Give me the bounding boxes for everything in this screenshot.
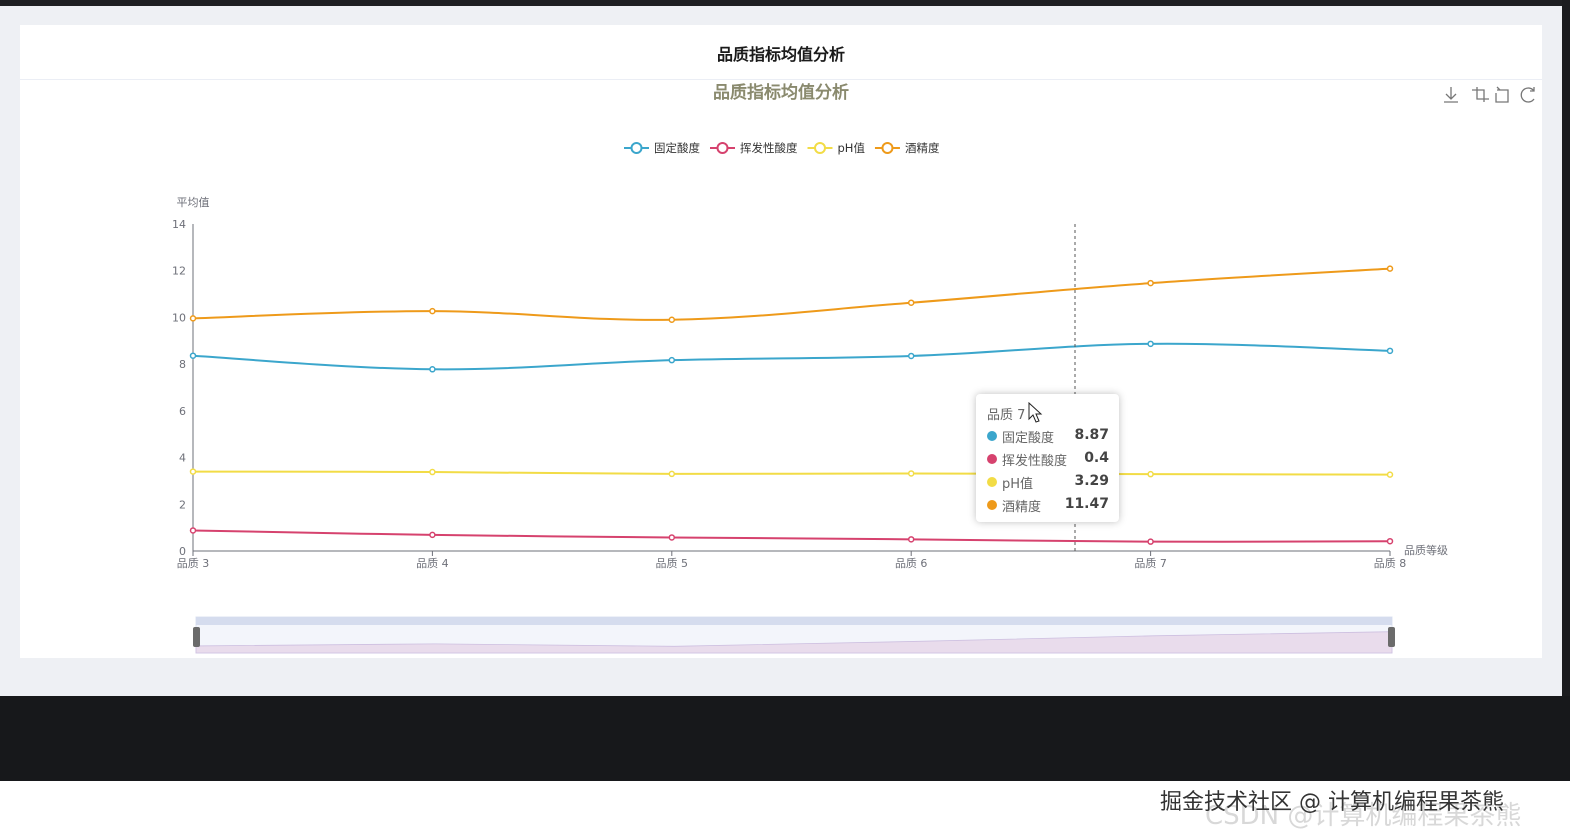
legend-item[interactable]: 固定酸度	[624, 141, 700, 155]
chart-tooltip: 品质 7 固定酸度 8.87 挥发性酸度 0.4 pH值 3.29 酒精度 11…	[976, 394, 1119, 522]
download-icon[interactable]	[1444, 87, 1458, 103]
data-point	[668, 470, 676, 478]
series-color-dot	[987, 454, 997, 464]
y-tick-label: 4	[179, 452, 186, 465]
chart-series	[189, 265, 1394, 545]
data-point	[429, 531, 436, 539]
legend-item[interactable]: pH值	[807, 141, 866, 155]
y-tick-label: 14	[172, 218, 186, 231]
chart-axes: 02468101214品质 3 品质 4 品质 5 品质 6 品质 7 品质 8平均值品质…	[172, 196, 1448, 570]
data-point	[1386, 537, 1394, 545]
bottom-dark-area	[0, 696, 1570, 781]
x-tick-label: 品质 3	[177, 557, 210, 570]
legend-label: pH值	[838, 141, 866, 155]
tooltip-series-value: 0.4	[1084, 450, 1109, 466]
mouse-cursor-icon	[1028, 402, 1043, 423]
data-point	[429, 468, 436, 476]
y-tick-label: 12	[172, 265, 186, 278]
data-point	[1147, 279, 1154, 287]
legend-marker-icon	[881, 142, 894, 154]
data-point	[1147, 340, 1154, 348]
tooltip-series-value: 11.47	[1064, 496, 1109, 512]
tooltip-series-value: 3.29	[1074, 473, 1109, 489]
data-zoom-slider[interactable]	[193, 616, 1395, 654]
data-point	[1386, 471, 1394, 478]
series-line	[192, 529, 1391, 543]
x-axis-title: 品质等级	[1404, 543, 1448, 557]
data-point	[907, 470, 915, 477]
legend-label: 固定酸度	[654, 141, 700, 155]
data-point	[907, 536, 915, 543]
tooltip-title: 品质 7	[987, 408, 1026, 423]
tooltip-series-value: 8.87	[1074, 427, 1109, 443]
data-point	[189, 315, 197, 322]
data-point	[907, 352, 915, 360]
legend-marker-icon	[716, 142, 729, 154]
data-point	[1386, 265, 1394, 272]
tooltip-row: 酒精度 11.47	[987, 496, 1109, 515]
x-tick-label: 品质 5	[656, 557, 689, 570]
restore-icon[interactable]	[1520, 87, 1535, 103]
series-color-dot	[987, 500, 997, 510]
legend-label: 酒精度	[905, 141, 940, 155]
x-tick-label: 品质 6	[895, 557, 928, 570]
data-zoom-handle-left[interactable]	[193, 627, 200, 647]
chart-canvas[interactable]: 品质指标均值分析 固定酸度 挥发性酸度 pH值 酒精度 02468101214品质 3…	[0, 0, 1570, 700]
data-point	[668, 316, 676, 324]
tooltip-series-name: 酒精度	[1002, 500, 1042, 515]
tooltip-series-name: 固定酸度	[1002, 431, 1055, 446]
data-point	[1147, 538, 1154, 545]
x-tick-label: 品质 7	[1134, 557, 1167, 570]
y-axis-title: 平均值	[177, 196, 210, 209]
chart-toolbox	[1444, 86, 1535, 103]
chart-title: 品质指标均值分析	[713, 82, 849, 103]
y-tick-label: 8	[179, 358, 186, 371]
legend-label: 挥发性酸度	[740, 141, 798, 155]
series-color-dot	[987, 477, 997, 487]
tooltip-row: 固定酸度 8.87	[987, 427, 1109, 446]
legend-marker-icon	[814, 142, 826, 154]
tooltip-row: 挥发性酸度 0.4	[987, 450, 1109, 469]
series-line	[192, 267, 1391, 321]
data-point	[907, 299, 915, 306]
watermark-primary: 掘金技术社区 @ 计算机编程果茶熊	[1160, 790, 1504, 815]
data-point	[429, 366, 436, 373]
series-line	[192, 470, 1391, 476]
tooltip-series-name: pH值	[1002, 477, 1034, 492]
x-tick-label: 品质 4	[416, 557, 449, 570]
tooltip-row: pH值 3.29	[987, 473, 1109, 492]
zoom-icon[interactable]	[1472, 87, 1489, 102]
data-point	[189, 527, 197, 534]
data-point	[429, 307, 436, 315]
data-point	[1386, 347, 1394, 355]
series-color-dot	[987, 431, 997, 441]
x-tick-label: 品质 8	[1374, 557, 1407, 570]
data-point	[189, 352, 197, 359]
tooltip-series-name: 挥发性酸度	[1002, 454, 1068, 469]
zoom-reset-icon[interactable]	[1495, 86, 1509, 103]
series-line	[192, 342, 1391, 371]
legend-item[interactable]: 挥发性酸度	[710, 141, 798, 155]
data-point	[668, 356, 676, 364]
y-tick-label: 6	[179, 405, 186, 418]
y-tick-label: 2	[179, 498, 186, 511]
y-tick-label: 10	[172, 311, 186, 324]
legend-marker-icon	[630, 142, 643, 154]
data-point	[668, 534, 676, 541]
data-point	[189, 468, 197, 475]
data-point	[1147, 470, 1154, 478]
legend-item[interactable]: 酒精度	[874, 141, 940, 155]
chart-legend: 固定酸度 挥发性酸度 pH值 酒精度	[624, 141, 940, 155]
data-zoom-handle-right[interactable]	[1388, 627, 1395, 647]
